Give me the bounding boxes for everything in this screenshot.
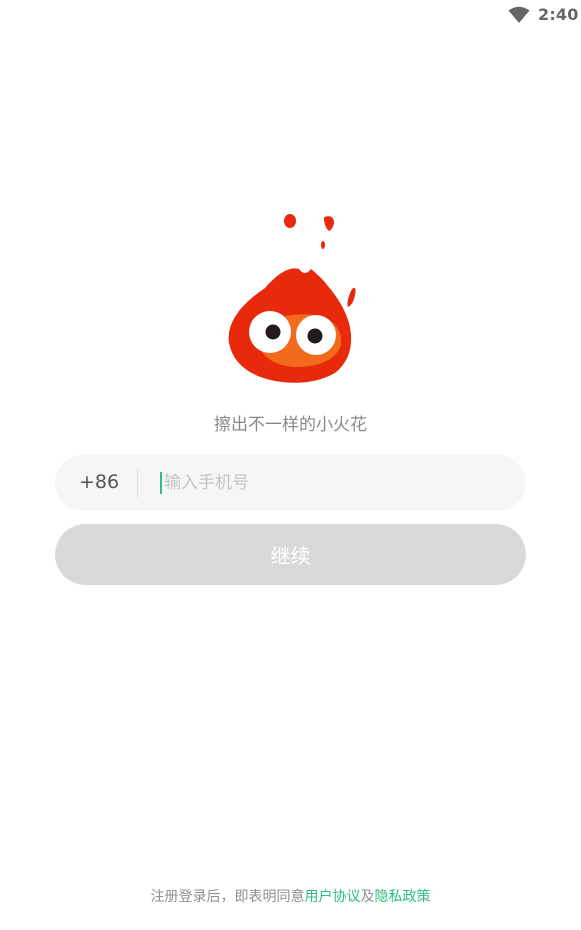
agreement-text: 注册登录后，即表明同意用户协议及隐私政策 bbox=[0, 886, 581, 906]
phone-field: +86 bbox=[55, 455, 526, 511]
agreement-prefix: 注册登录后，即表明同意 bbox=[150, 889, 305, 905]
status-bar: 2:40 bbox=[0, 0, 581, 30]
agreement-conjunction: 及 bbox=[360, 889, 375, 905]
user-agreement-link[interactable]: 用户协议 bbox=[305, 889, 361, 905]
status-time: 2:40 bbox=[538, 5, 579, 24]
wifi-icon bbox=[508, 6, 530, 23]
divider bbox=[137, 468, 138, 498]
privacy-policy-link[interactable]: 隐私政策 bbox=[375, 889, 431, 905]
fire-mascot-icon bbox=[228, 214, 356, 383]
phone-input[interactable] bbox=[160, 472, 504, 494]
tagline: 擦出不一样的小火花 bbox=[214, 415, 367, 435]
country-code-selector[interactable]: +86 bbox=[79, 471, 119, 493]
continue-button[interactable]: 继续 bbox=[55, 524, 526, 585]
